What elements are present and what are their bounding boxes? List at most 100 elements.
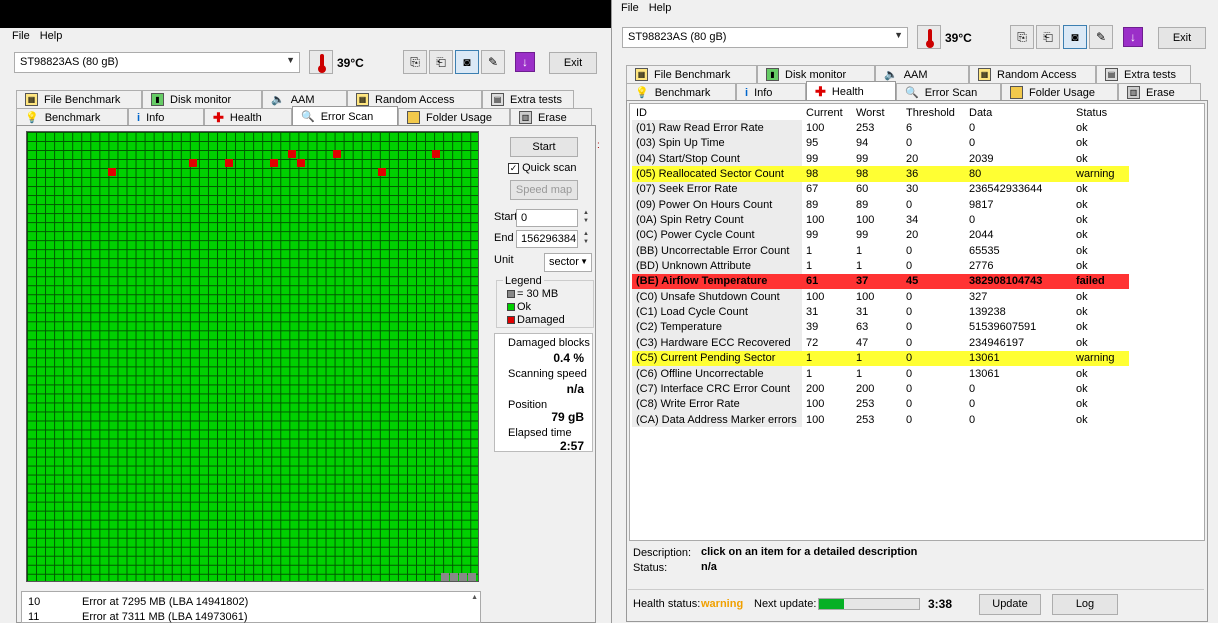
table-row[interactable]: (0C) Power Cycle Count 99 99 20 2044 ok	[632, 227, 1129, 244]
tab-error-scan[interactable]: 🔍 Error Scan	[896, 83, 1001, 101]
log-button[interactable]: Log	[1052, 594, 1118, 615]
cell-status: ok	[1076, 321, 1088, 334]
table-row[interactable]: (04) Start/Stop Count 99 99 20 2039 ok	[632, 151, 1129, 167]
description-value: click on an item for a detailed descript…	[701, 546, 918, 558]
tab-health[interactable]: ✚ Health	[204, 108, 292, 126]
tab-benchmark[interactable]: 💡 Benchmark	[626, 83, 736, 101]
cell-worst: 37	[852, 273, 902, 290]
legend-damaged: Damaged	[507, 314, 565, 326]
menu-bar: File Help	[0, 28, 611, 46]
menu-file[interactable]: File	[12, 30, 30, 46]
tab-file-benchmark[interactable]: ▦ File Benchmark	[16, 90, 142, 108]
table-row[interactable]: (C6) Offline Uncorrectable 1 1 0 13061 ok	[632, 365, 1129, 382]
update-button[interactable]: Update	[979, 594, 1041, 615]
table-row[interactable]: (C3) Hardware ECC Recovered 72 47 0 23494619…	[632, 335, 1129, 351]
menu-help[interactable]: Help	[40, 30, 63, 46]
table-row[interactable]: (C2) Temperature 39 63 0 51539607591 ok	[632, 319, 1129, 336]
table-row[interactable]: (C7) Interface CRC Error Count 200 200 0 0 ok	[632, 381, 1129, 397]
col-status[interactable]: Status	[1072, 105, 1129, 121]
col-id[interactable]: ID	[632, 105, 802, 121]
legend-block-label: = 30 MB	[517, 288, 559, 300]
table-row[interactable]: (07) Seek Error Rate 67 60 30 236542933644 ok	[632, 181, 1129, 198]
tab-erase[interactable]: ▥ Erase	[1118, 83, 1201, 101]
drive-select[interactable]: ST98823AS (80 gB) ▼	[622, 27, 908, 48]
menu-file[interactable]: File	[621, 2, 639, 18]
tab-label: AAM	[903, 68, 928, 81]
copy-all-icon[interactable]: ⎗	[429, 50, 453, 74]
cell-worst: 1	[856, 260, 863, 273]
copy-icon[interactable]: ⎘	[1010, 25, 1034, 49]
cell-worst: 253	[856, 398, 875, 411]
menu-help[interactable]: Help	[649, 2, 672, 18]
table-row[interactable]: (05) Reallocated Sector Count 98 98 36 80 war…	[632, 166, 1129, 182]
table-row[interactable]: (BD) Unknown Attribute 1 1 0 2776 ok	[632, 258, 1129, 274]
tab-random-access[interactable]: ▦ Random Access	[969, 65, 1096, 83]
cell-id: (C5) Current Pending Sector	[632, 350, 802, 366]
tab-extra-tests[interactable]: ▤ Extra tests	[482, 90, 574, 108]
table-row[interactable]: (C8) Write Error Rate 100 253 0 0 ok	[632, 396, 1129, 412]
table-row[interactable]: (C0) Unsafe Shutdown Count 100 100 0 327 ok	[632, 289, 1129, 305]
download-icon[interactable]: ↓	[515, 52, 535, 72]
table-row[interactable]: (BE) Airflow Temperature 61 37 45 3829081047…	[632, 273, 1129, 290]
unscanned-block	[450, 573, 458, 581]
speaker-icon: 🔈	[884, 69, 898, 81]
copy-icon[interactable]: ⎘	[403, 50, 427, 74]
tab-info[interactable]: i Info	[736, 83, 806, 101]
tab-file-benchmark[interactable]: ▦ File Benchmark	[626, 65, 757, 83]
copy-all-icon[interactable]: ⎗	[1036, 25, 1060, 49]
col-data[interactable]: Data	[965, 105, 1072, 121]
cell-threshold: 36	[902, 166, 965, 182]
camera-icon[interactable]: ◙	[1063, 25, 1087, 49]
end-spinner-icon[interactable]: ▲ ▼	[580, 230, 592, 248]
table-row[interactable]: (09) Power On Hours Count 89 89 0 9817 ok	[632, 197, 1129, 213]
options-icon[interactable]: ✎	[1089, 25, 1113, 49]
cell-status: ok	[1076, 367, 1088, 380]
download-icon[interactable]: ↓	[1123, 27, 1143, 47]
table-row[interactable]: (C1) Load Cycle Count 31 31 0 139238 ok	[632, 304, 1129, 320]
cell-data: 0	[969, 398, 976, 411]
tab-folder-usage[interactable]: Folder Usage	[398, 108, 510, 126]
tab-error-scan[interactable]: 🔍 Error Scan	[292, 106, 398, 126]
quick-scan-checkbox[interactable]: ✓ Quick scan	[508, 162, 576, 174]
tab-extra-tests[interactable]: ▤ Extra tests	[1096, 65, 1191, 83]
cell-threshold: 0	[902, 350, 965, 366]
tab-info[interactable]: i Info	[128, 108, 204, 126]
end-sector-input[interactable]: 156296384	[516, 230, 578, 248]
tab-erase[interactable]: ▥ Erase	[510, 108, 592, 126]
elapsed-time-value: 2:57	[559, 439, 584, 453]
cell-data: 327	[969, 290, 988, 303]
table-row[interactable]: (BB) Uncorrectable Error Count 1 1 0 65535 ok	[632, 243, 1129, 259]
options-icon[interactable]: ✎	[481, 50, 505, 74]
col-current[interactable]: Current	[802, 105, 852, 121]
legend-damaged-label: Damaged	[517, 314, 565, 326]
tab-label: File Benchmark	[654, 68, 731, 81]
exit-button[interactable]: Exit	[1158, 27, 1206, 49]
start-sector-input[interactable]: 0	[516, 209, 578, 227]
cell-data: 13061	[969, 367, 1000, 380]
camera-icon[interactable]: ◙	[455, 50, 479, 74]
tab-disk-monitor[interactable]: ▮ Disk monitor	[142, 90, 262, 108]
table-row[interactable]: (0A) Spin Retry Count 100 100 34 0 ok	[632, 212, 1129, 228]
error-log-list[interactable]: 10 Error at 7295 MB (LBA 14941802) 11 Erro…	[21, 591, 481, 623]
tab-row-top: ▦ File Benchmark ▮ Disk monitor 🔈 AAM ▦ Rand…	[626, 65, 1191, 83]
cell-worst: 94	[856, 137, 869, 150]
start-scan-button[interactable]: Start	[510, 137, 578, 157]
table-row[interactable]: (03) Spin Up Time 95 94 0 0 ok	[632, 135, 1129, 152]
drive-select[interactable]: ST98823AS (80 gB) ▼	[14, 52, 300, 73]
table-row[interactable]: (C5) Current Pending Sector 1 1 0 13061 warni…	[632, 350, 1129, 366]
cell-threshold: 0	[906, 398, 913, 411]
exit-button[interactable]: Exit	[549, 52, 597, 74]
col-threshold[interactable]: Threshold	[902, 105, 965, 121]
scroll-up-icon[interactable]: ▲	[471, 594, 478, 601]
tab-benchmark[interactable]: 💡 Benchmark	[16, 108, 128, 126]
col-worst[interactable]: Worst	[852, 105, 902, 121]
tab-health[interactable]: ✚ Health	[806, 81, 896, 101]
speed-map-button[interactable]: Speed map	[510, 180, 578, 200]
start-spinner-icon[interactable]: ▲ ▼	[580, 209, 592, 227]
tab-folder-usage[interactable]: Folder Usage	[1001, 83, 1118, 101]
table-row[interactable]: (CA) Data Address Marker errors 100 253 0 0 o…	[632, 411, 1129, 428]
tab-label: Error Scan	[924, 86, 978, 99]
random-access-icon: ▦	[978, 68, 991, 81]
unit-select[interactable]: sector ▼	[544, 253, 592, 272]
table-row[interactable]: (01) Raw Read Error Rate 100 253 6 0 ok	[632, 120, 1129, 136]
